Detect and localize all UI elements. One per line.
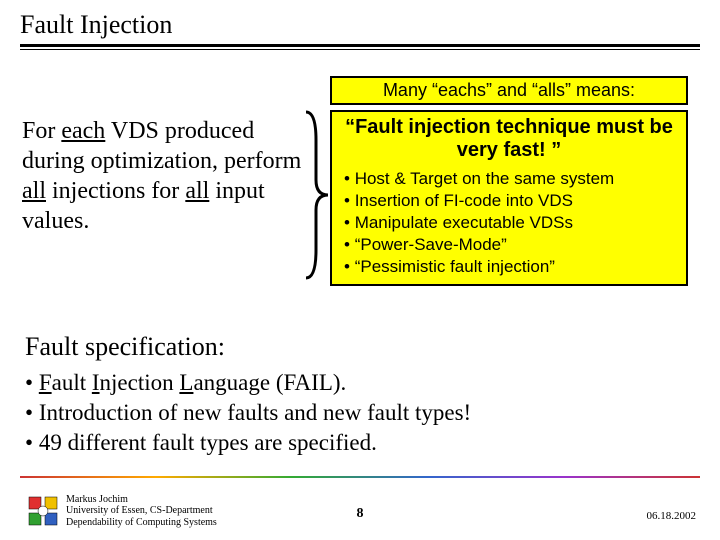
section-subhead: Fault specification: [25,332,225,362]
list-item: “Pessimistic fault injection” [344,256,676,278]
footer: Markus Jochim University of Essen, CS-De… [0,476,720,532]
footer-text: Markus Jochim University of Essen, CS-De… [66,494,217,529]
spec-underline: F [39,370,52,395]
list-item: 49 different fault types are specified. [25,428,695,458]
footer-date: 06.18.2002 [647,510,697,522]
spec-text: ault [52,370,92,395]
left-text-underline: each [61,118,105,144]
footer-rule [20,476,700,478]
callout-top-text: Many “eachs” and “alls” means: [383,80,635,100]
left-text-frag: For [22,118,61,144]
spec-text: njection [100,370,180,395]
spec-underline: L [179,370,193,395]
left-text-underline: all [22,178,46,204]
left-paragraph: For each VDS produced during optimizatio… [22,116,314,236]
callout-headline: “Fault injection technique must be very … [340,116,678,162]
footer-group: Dependability of Computing Systems [66,517,217,529]
title-rule-thick [20,44,700,47]
callout-list: Host & Target on the same system Inserti… [340,168,678,280]
logo-icon [28,496,58,526]
brace-icon [302,110,330,280]
left-text-underline: all [185,178,209,204]
list-item: Insertion of FI-code into VDS [344,190,676,212]
list-item: Host & Target on the same system [344,168,676,190]
footer-affiliation: University of Essen, CS-Department [66,505,217,517]
list-item: “Power-Save-Mode” [344,234,676,256]
title-bar: Fault Injection [20,10,700,50]
list-item: Manipulate executable VDSs [344,212,676,234]
spec-list: Fault Injection Language (FAIL). Introdu… [25,368,695,458]
callout-box-top: Many “eachs” and “alls” means: [330,76,688,105]
footer-author: Markus Jochim [66,494,217,506]
title-rule-thin [20,49,700,50]
spec-underline: I [92,370,100,395]
page-number: 8 [357,506,364,522]
left-text-frag: injections for [46,178,185,204]
list-item: Introduction of new faults and new fault… [25,398,695,428]
page-title: Fault Injection [20,10,700,42]
callout-box-main: “Fault injection technique must be very … [330,110,688,286]
spec-text: anguage (FAIL). [193,370,346,395]
list-item: Fault Injection Language (FAIL). [25,368,695,398]
